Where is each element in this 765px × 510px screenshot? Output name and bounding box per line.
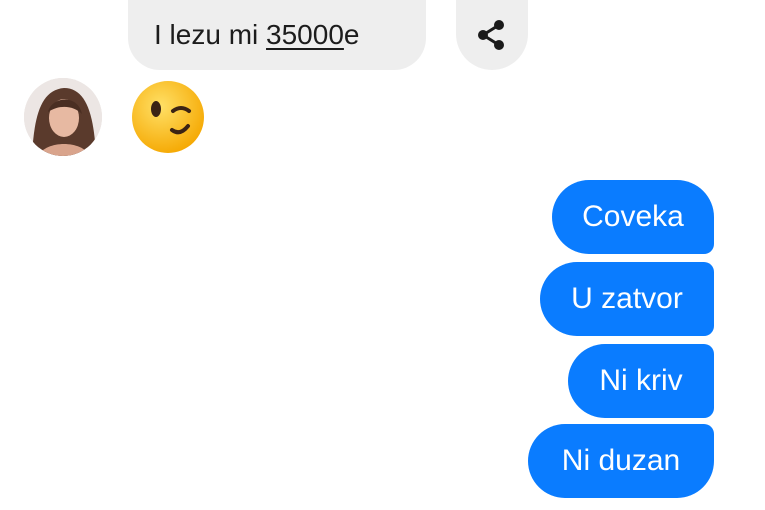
chat-thread: I lezu mi 35000e Coveka U zatvor Ni kriv… [0,0,765,510]
outgoing-message-1[interactable]: Coveka [552,180,714,254]
contact-avatar[interactable] [24,78,102,156]
outgoing-message-3[interactable]: Ni kriv [568,344,714,418]
message-text-prefix: I lezu mi [154,19,267,50]
winking-face-emoji [128,78,208,161]
incoming-message-bubble[interactable]: I lezu mi 35000e [128,0,426,70]
outgoing-message-2[interactable]: U zatvor [540,262,714,336]
share-icon [478,20,504,50]
message-text-suffix: e [343,19,360,50]
share-button[interactable] [456,0,528,70]
avatar-photo [24,78,102,156]
message-number-link[interactable]: 35000 [266,19,344,50]
outgoing-message-4[interactable]: Ni duzan [528,424,714,498]
